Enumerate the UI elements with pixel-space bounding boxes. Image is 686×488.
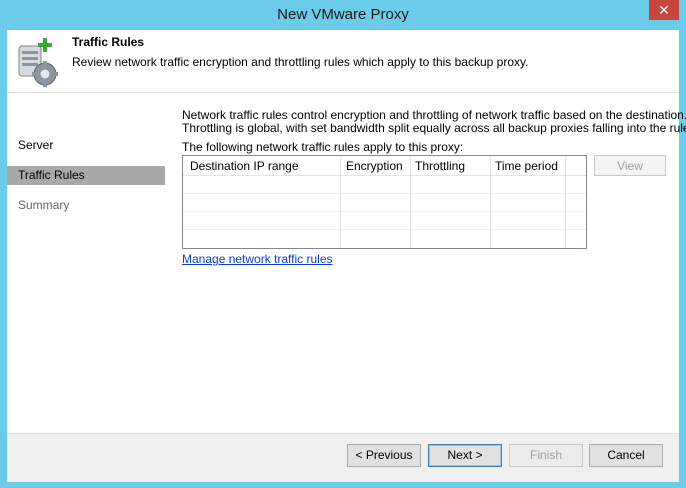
wizard-client-area: Traffic Rules Review network traffic enc… — [7, 30, 686, 482]
next-button[interactable]: Next > — [428, 444, 502, 467]
finish-button: Finish — [509, 444, 583, 467]
wizard-header: Traffic Rules Review network traffic enc… — [7, 30, 679, 93]
column-encryption: Encryption — [341, 156, 411, 248]
wizard-window: New VMware Proxy ✕ Traffic Rules Review … — [0, 0, 686, 488]
previous-button[interactable]: < Previous — [347, 444, 421, 467]
row-divider — [183, 229, 586, 230]
manage-traffic-rules-link[interactable]: Manage network traffic rules — [182, 252, 333, 266]
sidebar-item-traffic-rules[interactable]: Traffic Rules — [7, 166, 165, 185]
column-throttling: Throttling — [411, 156, 491, 248]
column-header-encryption[interactable]: Encryption — [346, 159, 403, 173]
wizard-footer: < Previous Next > Finish Cancel — [7, 433, 679, 482]
row-divider — [183, 193, 586, 194]
page-description: Review network traffic encryption and th… — [72, 55, 529, 69]
rules-list-label: The following network traffic rules appl… — [182, 140, 464, 154]
column-time-period: Time period — [491, 156, 566, 248]
cancel-button[interactable]: Cancel — [589, 444, 663, 467]
server-settings-icon — [18, 38, 58, 87]
column-header-destination[interactable]: Destination IP range — [190, 159, 299, 173]
row-divider — [183, 211, 586, 212]
view-button[interactable]: View — [594, 155, 666, 176]
sidebar-item-server[interactable]: Server — [7, 136, 165, 155]
wizard-steps-sidebar: Server Traffic Rules Summary — [7, 93, 167, 433]
title-bar[interactable]: New VMware Proxy ✕ — [0, 0, 686, 30]
description-line: Throttling is global, with set bandwidth… — [182, 121, 686, 135]
column-header-throttling[interactable]: Throttling — [415, 159, 465, 173]
column-header-time-period[interactable]: Time period — [495, 159, 558, 173]
column-destination: Destination IP range — [183, 156, 341, 248]
sidebar-item-summary: Summary — [18, 198, 70, 212]
page-title: Traffic Rules — [72, 35, 145, 49]
wizard-content: Network traffic rules control encryption… — [167, 93, 686, 433]
traffic-rules-table[interactable]: Destination IP range Encryption Throttli… — [182, 155, 587, 249]
window-title: New VMware Proxy — [277, 6, 409, 23]
close-button[interactable]: ✕ — [649, 0, 679, 20]
traffic-rules-description: Network traffic rules control encryption… — [182, 109, 686, 135]
